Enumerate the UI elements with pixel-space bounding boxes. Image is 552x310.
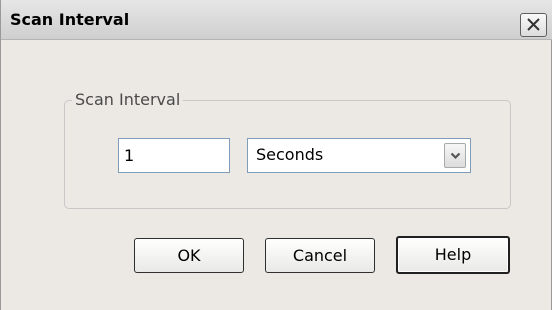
- close-icon: [527, 18, 540, 31]
- unit-select[interactable]: Seconds: [247, 138, 471, 173]
- dialog-title: Scan Interval: [10, 10, 130, 29]
- group-legend: Scan Interval: [72, 90, 184, 110]
- unit-select-value: Seconds: [256, 145, 324, 164]
- help-button[interactable]: Help: [396, 236, 510, 274]
- unit-dropdown-button[interactable]: [444, 143, 466, 168]
- cancel-button[interactable]: Cancel: [265, 238, 375, 273]
- scan-interval-dialog: Scan Interval Scan Interval Seconds OK C…: [0, 0, 552, 310]
- ok-button[interactable]: OK: [134, 238, 244, 273]
- title-bar: Scan Interval: [1, 0, 552, 40]
- close-button[interactable]: [520, 13, 547, 37]
- chevron-down-icon: [450, 152, 461, 160]
- interval-value-input[interactable]: [118, 138, 230, 173]
